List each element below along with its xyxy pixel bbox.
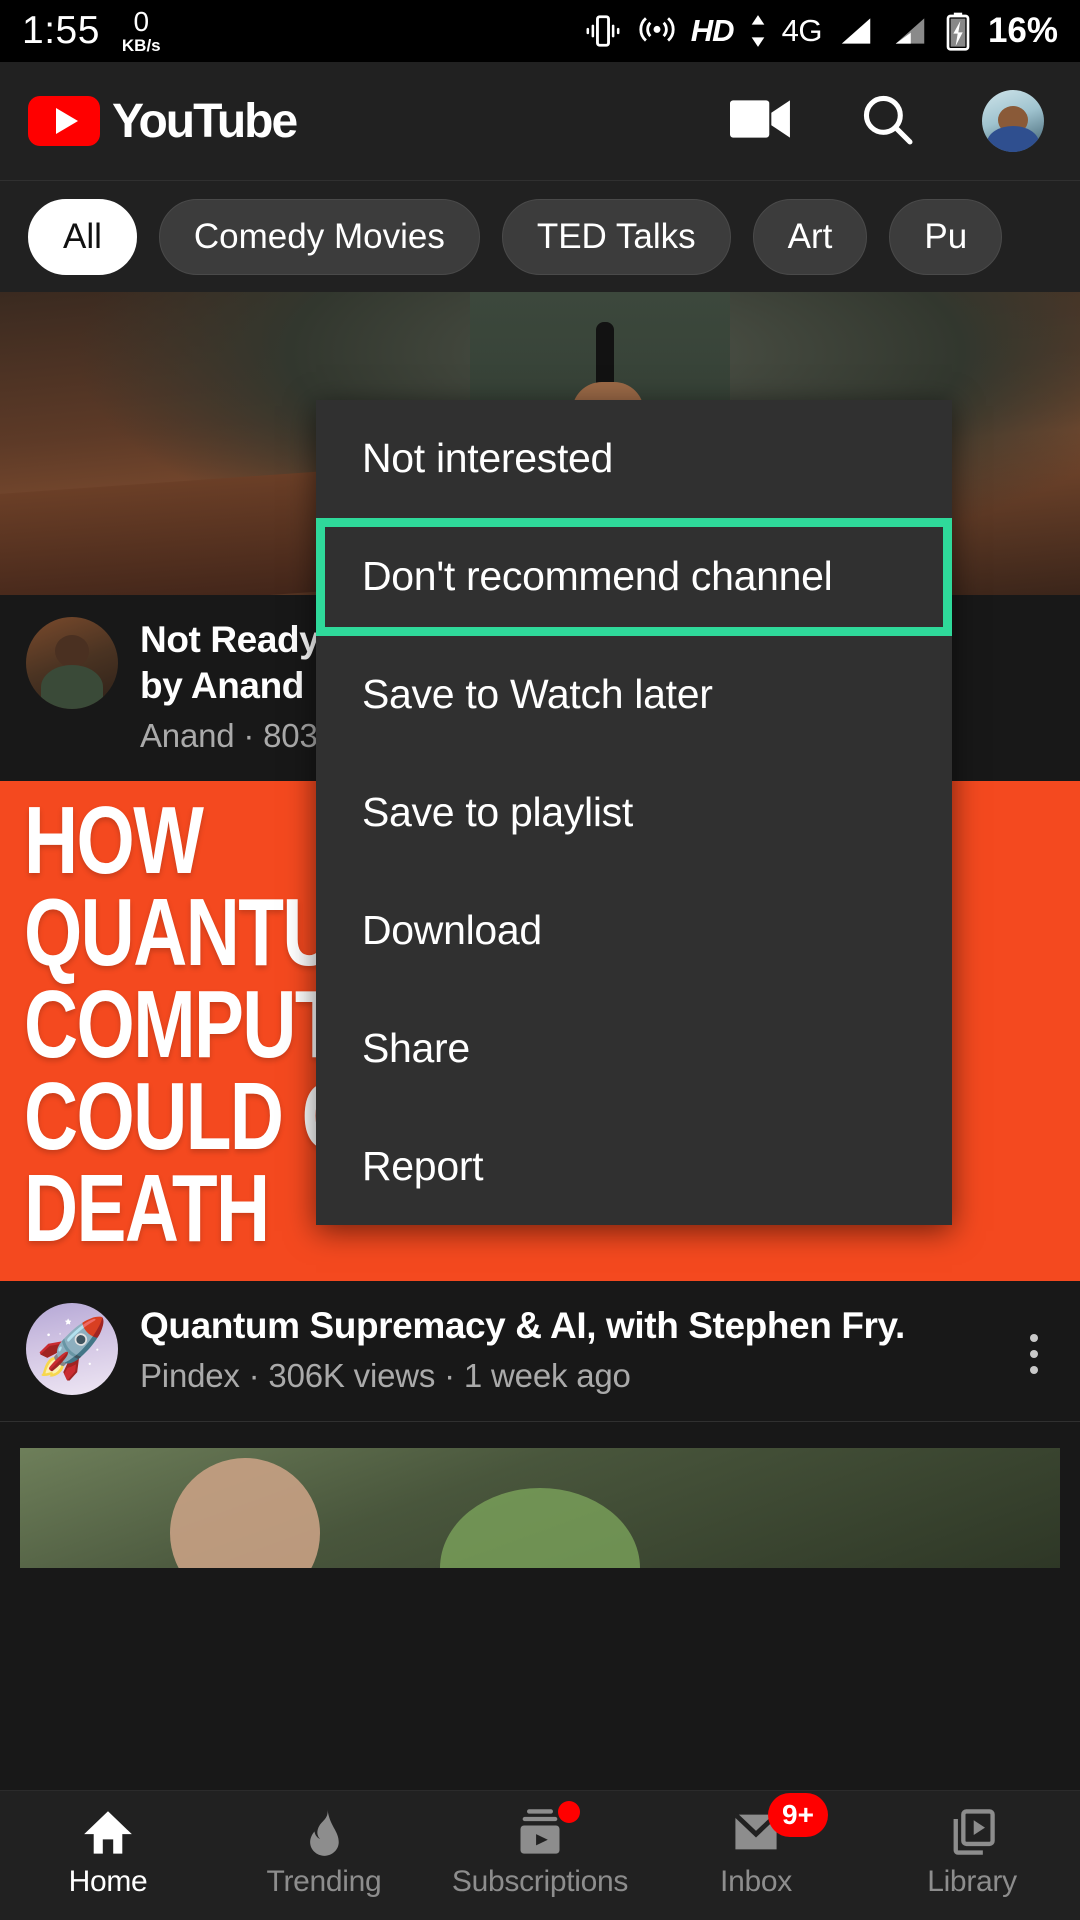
inbox-icon: 9+: [730, 1793, 828, 1859]
thumbnail-3-decor-2: [440, 1487, 640, 1568]
vibrate-icon: [583, 12, 623, 50]
data-arrows-icon: [748, 12, 768, 50]
video-info-2: 🚀 Quantum Supremacy & AI, with Stephen F…: [0, 1281, 1080, 1421]
account-avatar[interactable]: [982, 90, 1044, 152]
nav-label-subscriptions: Subscriptions: [451, 1865, 629, 1898]
app-header: YouTube: [0, 62, 1080, 180]
video-text-2: Quantum Supremacy & AI, with Stephen Fry…: [140, 1303, 992, 1395]
battery-charging-icon: [944, 11, 972, 51]
thumbnail-3-decor-1: [170, 1457, 320, 1568]
pindex-channel-avatar[interactable]: 🚀: [26, 1302, 118, 1395]
youtube-play-icon: [28, 96, 100, 146]
status-bar: 1:55 0 KB/s HD 4G 16%: [0, 0, 1080, 62]
chip-pu-partial[interactable]: Pu: [889, 198, 1003, 275]
youtube-logo[interactable]: YouTube: [28, 94, 298, 149]
search-icon[interactable]: [858, 90, 916, 153]
battery-percent-label: 16%: [987, 11, 1058, 50]
home-icon: [82, 1805, 134, 1859]
chip-comedy-movies[interactable]: Comedy Movies: [158, 198, 480, 275]
camera-icon[interactable]: [730, 97, 792, 146]
bottom-navigation: Home Trending Subscriptions 9+ Inbox Lib…: [0, 1790, 1080, 1920]
menu-item-save-to-playlist[interactable]: Save to playlist: [316, 754, 952, 872]
nav-label-home: Home: [68, 1865, 148, 1898]
menu-item-share[interactable]: Share: [316, 989, 952, 1107]
network-type-label: 4G: [781, 13, 823, 48]
video-thumbnail-3[interactable]: [20, 1447, 1060, 1568]
rocket-icon: 🚀: [35, 1315, 109, 1381]
chip-all[interactable]: All: [28, 198, 137, 275]
menu-item-download[interactable]: Download: [316, 871, 952, 989]
nav-item-home[interactable]: Home: [0, 1791, 216, 1899]
more-vertical-icon[interactable]: [1014, 1303, 1054, 1395]
chip-art[interactable]: Art: [752, 198, 868, 275]
nav-label-inbox: Inbox: [720, 1865, 792, 1898]
feed-divider: [0, 1420, 1080, 1422]
video-title-2: Quantum Supremacy & AI, with Stephen Fry…: [140, 1304, 905, 1346]
video-options-menu[interactable]: Not interested Don't recommend channel S…: [316, 400, 952, 1225]
subscriptions-badge-dot: [558, 1801, 580, 1823]
network-speed-indicator: 0 KB/s: [121, 6, 161, 55]
status-icons: HD 4G 16%: [583, 11, 1058, 51]
inbox-badge-count: 9+: [768, 1793, 828, 1837]
brand-label: YouTube: [112, 94, 298, 148]
menu-item-not-interested[interactable]: Not interested: [316, 400, 952, 518]
library-icon: [946, 1805, 998, 1859]
signal-1-icon: [836, 12, 876, 50]
app-root: 1:55 0 KB/s HD 4G 16% YouTube All Comedy…: [0, 0, 1080, 1920]
header-actions: [730, 90, 1052, 153]
nav-item-inbox[interactable]: 9+ Inbox: [648, 1791, 864, 1899]
video-meta-2: Pindex · 306K views · 1 week ago: [140, 1356, 631, 1394]
flame-icon: [298, 1805, 350, 1859]
chip-ted-talks[interactable]: TED Talks: [501, 198, 731, 275]
nav-label-library: Library: [927, 1865, 1017, 1898]
status-time: 1:55: [22, 9, 100, 52]
nav-label-trending: Trending: [266, 1865, 382, 1898]
menu-item-report[interactable]: Report: [316, 1107, 952, 1225]
network-speed-unit: KB/s: [121, 36, 161, 55]
menu-item-dont-recommend-channel[interactable]: Don't recommend channel: [316, 517, 952, 636]
anand-channel-avatar[interactable]: [26, 617, 118, 709]
nav-item-subscriptions[interactable]: Subscriptions: [432, 1791, 648, 1899]
subscriptions-icon: [514, 1801, 580, 1859]
nav-item-trending[interactable]: Trending: [216, 1791, 432, 1899]
menu-item-save-to-watch-later[interactable]: Save to Watch later: [316, 636, 952, 754]
hotspot-icon: [637, 12, 677, 50]
nav-item-library[interactable]: Library: [864, 1791, 1080, 1899]
signal-2-icon: [890, 12, 930, 50]
network-speed-value: 0: [133, 6, 150, 37]
category-chip-bar[interactable]: All Comedy Movies TED Talks Art Pu: [0, 180, 1080, 292]
hd-icon: HD: [690, 13, 735, 48]
